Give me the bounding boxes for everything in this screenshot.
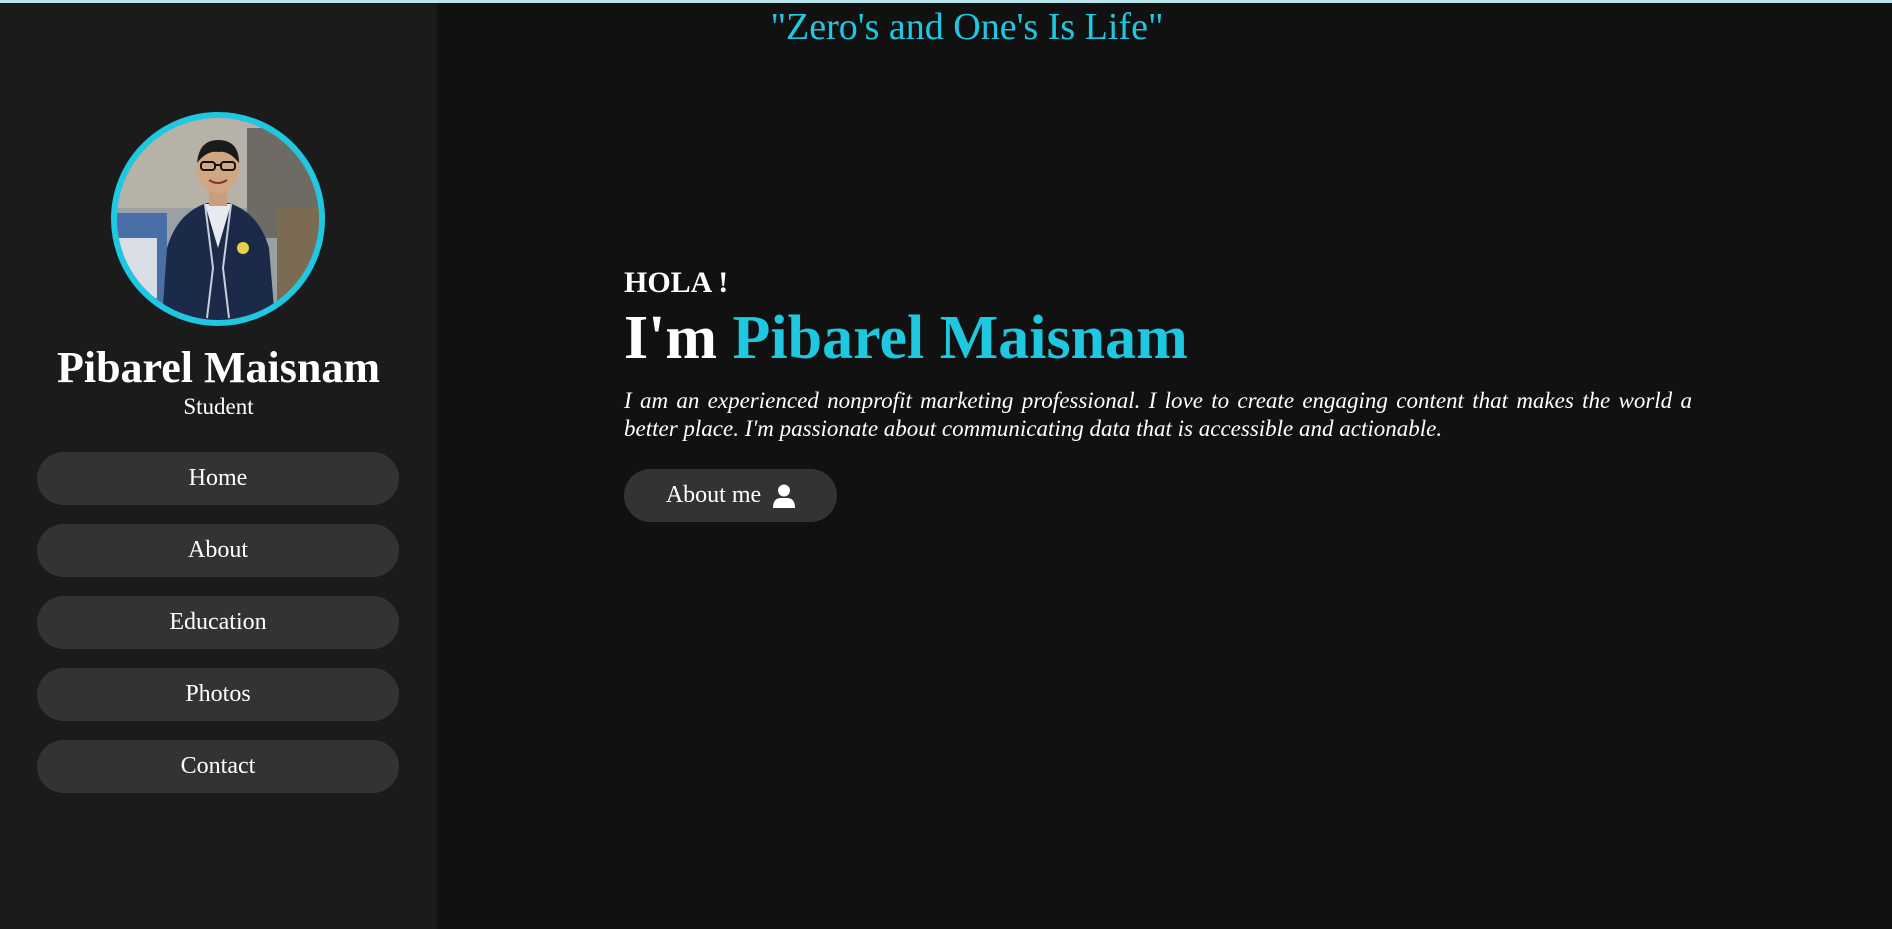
profile-name: Pibarel Maisnam — [56, 343, 381, 392]
about-me-button[interactable]: About me — [624, 469, 837, 522]
hero-headline: I'm Pibarel Maisnam — [624, 303, 1704, 373]
hero-name: Pibarel Maisnam — [732, 304, 1188, 372]
avatar — [111, 112, 325, 326]
sidebar-nav: Home About Education Photos Contact — [37, 452, 399, 812]
hero-greeting: HOLA ! — [624, 266, 729, 299]
profile-photo-icon — [117, 118, 319, 320]
hero-section: HOLA ! I'm Pibarel Maisnam I am an exper… — [624, 265, 1704, 522]
header-quote: "Zero's and One's Is Life" — [770, 6, 1164, 48]
nav-education-button[interactable]: Education — [37, 596, 399, 649]
hero-bio: I am an experienced nonprofit marketing … — [624, 388, 1692, 441]
nav-about-button[interactable]: About — [37, 524, 399, 577]
profile-role: Student — [183, 394, 254, 419]
nav-photos-button[interactable]: Photos — [37, 668, 399, 721]
nav-contact-button[interactable]: Contact — [37, 740, 399, 793]
sidebar: Pibarel Maisnam Student Home About Educa… — [0, 3, 437, 929]
nav-home-button[interactable]: Home — [37, 452, 399, 505]
user-icon — [773, 484, 796, 508]
about-me-button-label: About me — [665, 482, 762, 508]
hero-intro-prefix: I'm — [624, 304, 717, 372]
